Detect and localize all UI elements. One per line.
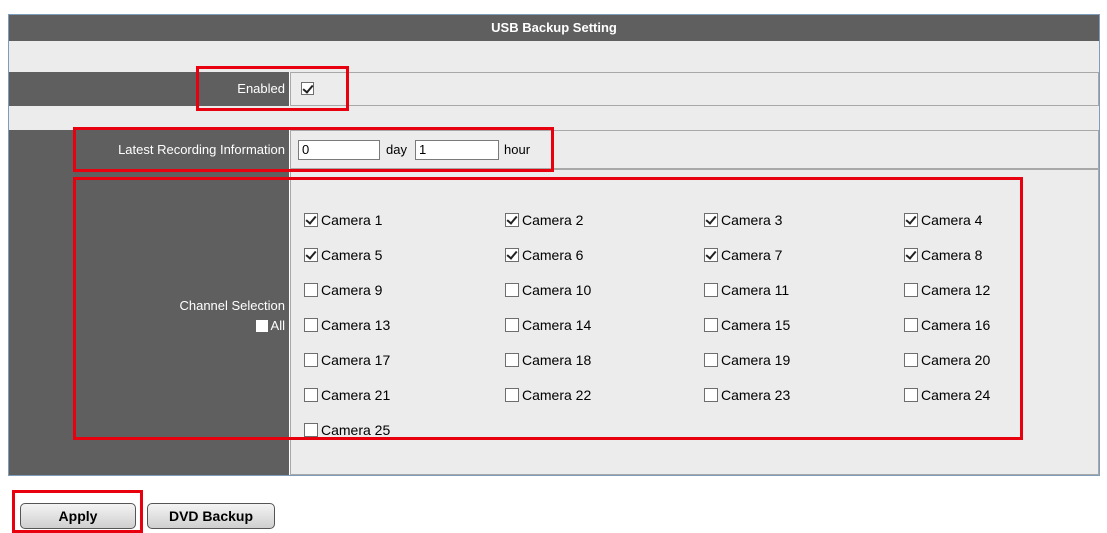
channel-selection-label-cell: Channel Selection All — [9, 169, 289, 475]
camera-checkbox[interactable] — [304, 318, 318, 332]
enabled-value-cell — [290, 72, 1099, 106]
camera-option[interactable]: Camera 18 — [505, 352, 591, 368]
camera-label: Camera 17 — [321, 352, 391, 368]
camera-label: Camera 10 — [522, 282, 592, 298]
camera-checkbox[interactable] — [304, 283, 318, 297]
camera-option[interactable]: Camera 17 — [304, 352, 390, 368]
camera-option[interactable]: Camera 23 — [704, 387, 790, 403]
camera-option[interactable]: Camera 7 — [704, 247, 782, 263]
camera-checkbox[interactable] — [304, 423, 318, 437]
camera-label: Camera 12 — [921, 282, 991, 298]
dvd-backup-button[interactable]: DVD Backup — [147, 503, 275, 529]
usb-backup-panel: USB Backup Setting Enabled Latest Record… — [8, 14, 1100, 476]
latest-recording-row: Latest Recording Information 0 day 1 hou… — [9, 130, 1099, 169]
camera-label: Camera 8 — [921, 247, 983, 263]
camera-label: Camera 4 — [921, 212, 983, 228]
camera-label: Camera 16 — [921, 317, 991, 333]
camera-option[interactable]: Camera 16 — [904, 317, 990, 333]
camera-option[interactable]: Camera 25 — [304, 422, 390, 438]
camera-option[interactable]: Camera 3 — [704, 212, 782, 228]
camera-label: Camera 21 — [321, 387, 391, 403]
camera-checkbox[interactable] — [704, 213, 718, 227]
spacer — [9, 41, 1099, 72]
camera-option[interactable]: Camera 14 — [505, 317, 591, 333]
camera-option[interactable]: Camera 5 — [304, 247, 382, 263]
camera-option[interactable]: Camera 22 — [505, 387, 591, 403]
camera-label: Camera 24 — [921, 387, 991, 403]
camera-checkbox[interactable] — [505, 388, 519, 402]
camera-label: Camera 5 — [321, 247, 383, 263]
enabled-row: Enabled — [9, 72, 1099, 106]
camera-option[interactable]: Camera 19 — [704, 352, 790, 368]
camera-option[interactable]: Camera 4 — [904, 212, 982, 228]
camera-label: Camera 13 — [321, 317, 391, 333]
camera-label: Camera 25 — [321, 422, 391, 438]
camera-option[interactable]: Camera 13 — [304, 317, 390, 333]
camera-option[interactable]: Camera 15 — [704, 317, 790, 333]
camera-checkbox[interactable] — [704, 318, 718, 332]
camera-option[interactable]: Camera 8 — [904, 247, 982, 263]
camera-checkbox[interactable] — [505, 213, 519, 227]
camera-checkbox[interactable] — [904, 388, 918, 402]
camera-option[interactable]: Camera 24 — [904, 387, 990, 403]
camera-label: Camera 18 — [522, 352, 592, 368]
camera-label: Camera 22 — [522, 387, 592, 403]
enabled-label: Enabled — [9, 72, 289, 106]
camera-checkbox[interactable] — [505, 248, 519, 262]
camera-grid: Camera 1 Camera 2 Camera 3 Camera 4 Camera 5… — [290, 169, 1099, 475]
camera-label: Camera 9 — [321, 282, 383, 298]
camera-option[interactable]: Camera 20 — [904, 352, 990, 368]
camera-checkbox[interactable] — [704, 388, 718, 402]
camera-label: Camera 11 — [721, 282, 790, 298]
camera-checkbox[interactable] — [304, 353, 318, 367]
day-unit: day — [386, 142, 407, 157]
camera-label: Camera 15 — [721, 317, 791, 333]
camera-checkbox[interactable] — [304, 388, 318, 402]
camera-label: Camera 19 — [721, 352, 791, 368]
camera-label: Camera 23 — [721, 387, 791, 403]
all-checkbox[interactable] — [255, 319, 268, 332]
spacer — [9, 106, 1099, 130]
enabled-checkbox[interactable] — [301, 82, 314, 95]
camera-checkbox[interactable] — [505, 283, 519, 297]
camera-label: Camera 20 — [921, 352, 991, 368]
camera-label: Camera 2 — [522, 212, 584, 228]
camera-checkbox[interactable] — [904, 353, 918, 367]
camera-checkbox[interactable] — [904, 213, 918, 227]
camera-label: Camera 3 — [721, 212, 783, 228]
hour-input[interactable]: 1 — [415, 140, 499, 160]
panel-title: USB Backup Setting — [9, 15, 1099, 41]
channel-selection-row: Channel Selection All Camera 1 Camera 2 Ca… — [9, 169, 1099, 475]
camera-option[interactable]: Camera 10 — [505, 282, 591, 298]
all-label: All — [270, 318, 285, 333]
camera-option[interactable]: Camera 9 — [304, 282, 382, 298]
camera-checkbox[interactable] — [904, 248, 918, 262]
camera-option[interactable]: Camera 1 — [304, 212, 382, 228]
camera-option[interactable]: Camera 11 — [704, 282, 789, 298]
camera-label: Camera 6 — [522, 247, 584, 263]
camera-option[interactable]: Camera 6 — [505, 247, 583, 263]
camera-checkbox[interactable] — [704, 248, 718, 262]
camera-option[interactable]: Camera 21 — [304, 387, 390, 403]
day-input[interactable]: 0 — [298, 140, 380, 160]
camera-checkbox[interactable] — [704, 283, 718, 297]
all-toggle[interactable]: All — [255, 318, 285, 333]
camera-option[interactable]: Camera 2 — [505, 212, 583, 228]
camera-checkbox[interactable] — [505, 318, 519, 332]
camera-label: Camera 7 — [721, 247, 783, 263]
camera-checkbox[interactable] — [304, 213, 318, 227]
camera-option[interactable]: Camera 12 — [904, 282, 990, 298]
latest-recording-value-cell: 0 day 1 hour — [290, 130, 1099, 169]
camera-checkbox[interactable] — [904, 318, 918, 332]
hour-unit: hour — [504, 142, 531, 157]
channel-selection-label: Channel Selection — [179, 298, 285, 313]
camera-label: Camera 1 — [321, 212, 383, 228]
camera-checkbox[interactable] — [704, 353, 718, 367]
camera-checkbox[interactable] — [904, 283, 918, 297]
camera-checkbox[interactable] — [304, 248, 318, 262]
apply-button[interactable]: Apply — [20, 503, 136, 529]
camera-checkbox[interactable] — [505, 353, 519, 367]
camera-label: Camera 14 — [522, 317, 592, 333]
latest-recording-label: Latest Recording Information — [9, 130, 289, 169]
